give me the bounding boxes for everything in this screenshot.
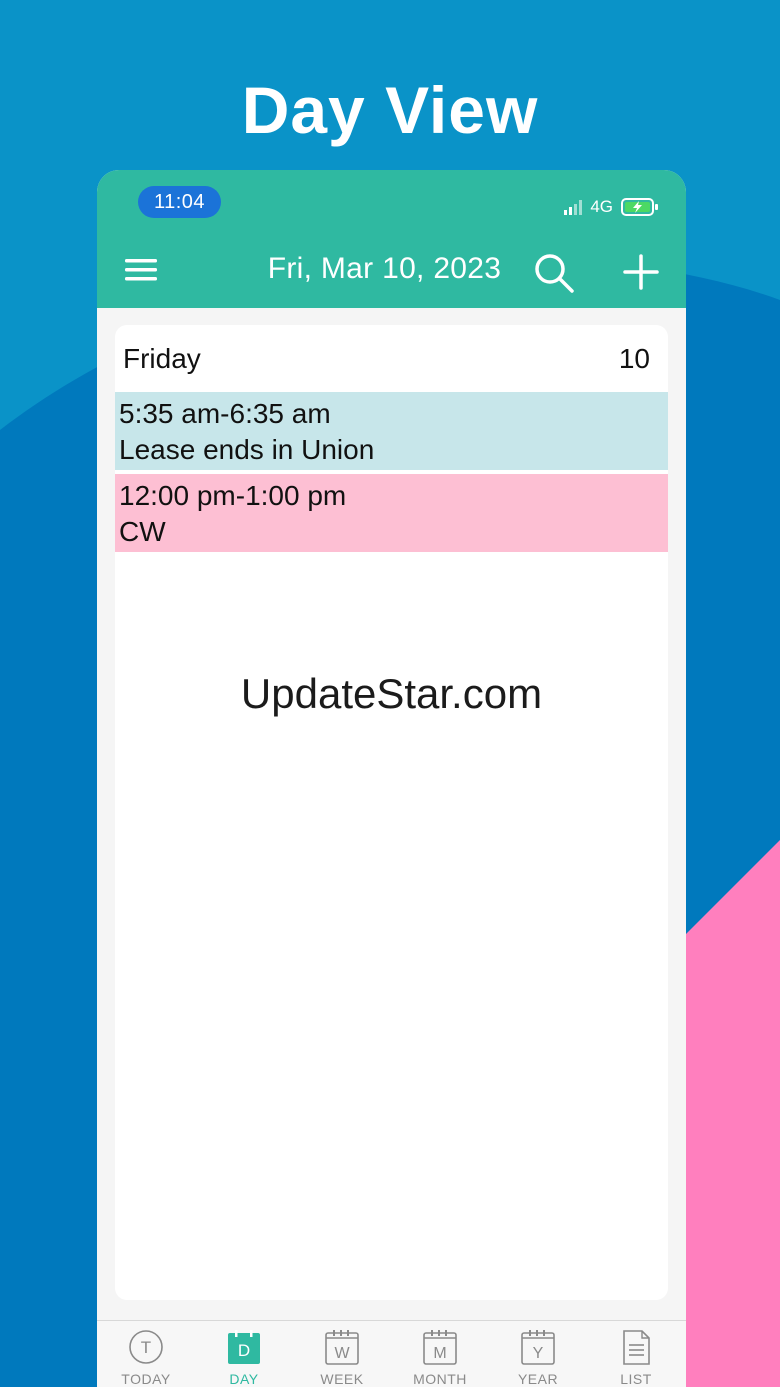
tab-glyph: T: [141, 1338, 151, 1357]
menu-icon[interactable]: [125, 258, 157, 282]
event-time: 5:35 am-6:35 am: [119, 398, 331, 429]
promo-title: Day View: [241, 73, 539, 147]
tab-label: MONTH: [413, 1371, 467, 1387]
year-icon: Y: [521, 1330, 555, 1365]
tab-today[interactable]: T TODAY: [97, 1329, 195, 1387]
day-number: 10: [618, 343, 650, 374]
header-date[interactable]: Fri, Mar 10, 2023: [207, 252, 562, 286]
phone-frame: 11:04 4G Fri, Mar 10, 2023 Friday 10 5:3…: [97, 170, 686, 1387]
add-icon[interactable]: [623, 254, 659, 290]
tab-label: WEEK: [320, 1371, 364, 1387]
month-icon: M: [423, 1330, 457, 1365]
tab-glyph: Y: [533, 1345, 544, 1362]
tab-glyph: D: [238, 1341, 250, 1360]
day-name: Friday: [123, 343, 201, 374]
network-label: 4G: [590, 197, 613, 216]
event-item[interactable]: 5:35 am-6:35 am Lease ends in Union: [115, 392, 668, 470]
event-item[interactable]: 12:00 pm-1:00 pm CW: [115, 474, 668, 552]
tab-year[interactable]: Y YEAR: [489, 1329, 587, 1387]
tab-glyph: W: [334, 1345, 350, 1362]
tab-label: DAY: [229, 1371, 259, 1387]
tab-day[interactable]: D DAY: [195, 1329, 293, 1387]
promo-screen: Day View 11:04 4G Fri, Mar 10, 2023 Frid…: [0, 0, 780, 1387]
watermark: UpdateStar.com: [240, 670, 543, 717]
event-title: CW: [119, 516, 166, 547]
battery-charging-icon: [621, 198, 658, 216]
status-indicators: 4G: [564, 196, 659, 218]
tab-label: TODAY: [121, 1371, 171, 1387]
tab-label: YEAR: [517, 1371, 559, 1387]
search-icon[interactable]: [533, 252, 575, 294]
tab-list[interactable]: LIST: [587, 1329, 685, 1387]
list-icon: [623, 1330, 650, 1365]
tab-glyph: M: [433, 1345, 446, 1362]
event-time: 12:00 pm-1:00 pm: [119, 480, 347, 511]
tab-label: LIST: [620, 1371, 652, 1387]
event-title: Lease ends in Union: [119, 434, 375, 465]
tab-month[interactable]: M MONTH: [391, 1329, 489, 1387]
tab-week[interactable]: W WEEK: [293, 1329, 391, 1387]
bottom-tab-bar: T TODAY D DAY W WEEK M MONTH Y YEAR LIST: [97, 1320, 686, 1387]
today-icon: T: [129, 1330, 163, 1364]
day-card: Friday 10 5:35 am-6:35 am Lease ends in …: [115, 325, 668, 1300]
week-icon: W: [325, 1330, 359, 1365]
app-header: 11:04 4G Fri, Mar 10, 2023: [97, 170, 686, 308]
status-time: 11:04: [138, 186, 221, 218]
day-icon: D: [228, 1330, 260, 1364]
signal-icon: [564, 199, 583, 215]
